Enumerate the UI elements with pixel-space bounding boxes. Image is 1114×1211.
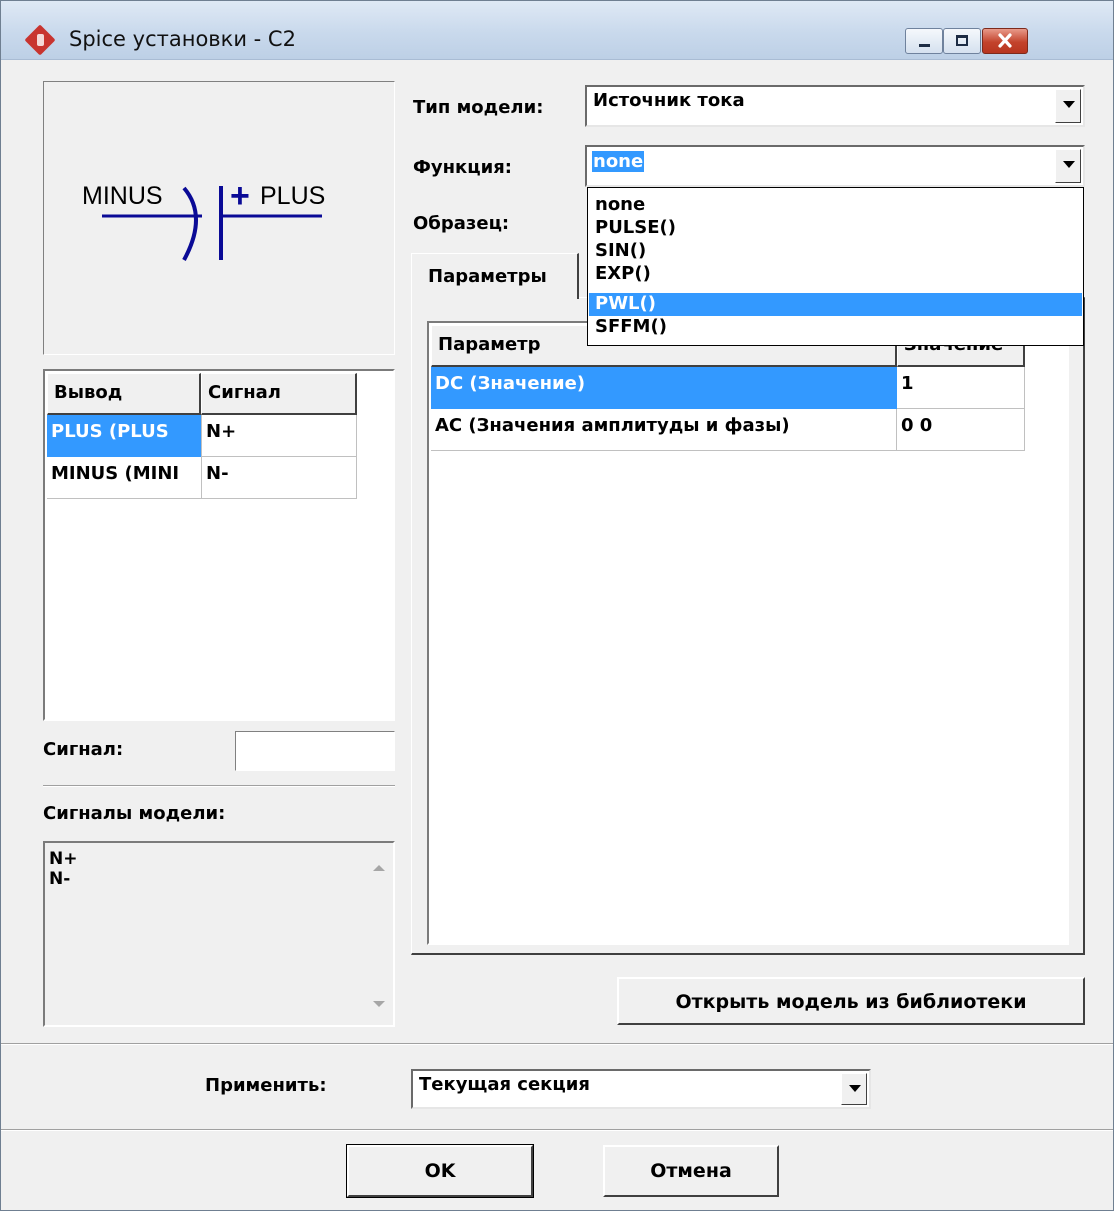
signal-label: Сигнал: bbox=[43, 739, 124, 760]
function-label: Функция: bbox=[413, 157, 512, 178]
chevron-down-icon[interactable] bbox=[1055, 89, 1081, 123]
pin-column-header[interactable]: Вывод bbox=[47, 373, 201, 415]
signal-cell[interactable]: N+ bbox=[201, 415, 357, 457]
dropdown-option-sffm[interactable]: SFFM() bbox=[589, 316, 1082, 339]
close-icon bbox=[998, 33, 1012, 48]
function-select[interactable]: none bbox=[585, 145, 1085, 187]
dropdown-option-none[interactable]: none bbox=[589, 194, 1082, 217]
left-divider bbox=[43, 785, 395, 787]
dropdown-option-pulse[interactable]: PULSE() bbox=[589, 217, 1082, 240]
symbol-preview: MINUS PLUS + bbox=[43, 81, 395, 355]
scroll-up-icon[interactable] bbox=[367, 855, 391, 879]
model-type-label: Тип модели: bbox=[413, 97, 544, 118]
table-row[interactable]: AC (Значения амплитуды и фазы) 0 0 bbox=[431, 409, 1025, 451]
pin-cell[interactable]: PLUS (PLUS bbox=[47, 415, 201, 457]
minimize-button[interactable] bbox=[905, 28, 943, 54]
symbol-curved-plate bbox=[182, 186, 198, 261]
sample-label: Образец: bbox=[413, 213, 510, 234]
apply-label: Применить: bbox=[205, 1075, 327, 1096]
apply-value: Текущая секция bbox=[419, 1074, 590, 1095]
model-type-value: Источник тока bbox=[593, 90, 745, 111]
title-bar[interactable]: Spice установки - C2 bbox=[1, 1, 1113, 60]
signal-column-header[interactable]: Сигнал bbox=[201, 373, 357, 415]
param-value-cell[interactable]: 1 bbox=[897, 367, 1025, 409]
param-name-cell[interactable]: AC (Значения амплитуды и фазы) bbox=[431, 409, 897, 451]
model-signals-label: Сигналы модели: bbox=[43, 803, 226, 824]
ok-button[interactable]: OK bbox=[346, 1144, 534, 1198]
dropdown-option-sin[interactable]: SIN() bbox=[589, 240, 1082, 263]
maximize-icon bbox=[956, 35, 968, 46]
signal-cell[interactable]: N- bbox=[201, 457, 357, 499]
minimize-icon bbox=[919, 44, 930, 47]
bottom-divider-1 bbox=[1, 1043, 1113, 1045]
table-row[interactable]: DC (Значение) 1 bbox=[431, 367, 1025, 409]
open-library-button[interactable]: Открыть модель из библиотеки bbox=[617, 977, 1085, 1025]
symbol-plus-sign: + bbox=[230, 177, 250, 215]
cancel-button[interactable]: Отмена bbox=[603, 1145, 779, 1197]
function-value: none bbox=[592, 151, 645, 172]
capacitor-symbol: MINUS PLUS + bbox=[82, 177, 325, 261]
model-signals-list: N+ N- bbox=[43, 841, 395, 1027]
cancel-label: Отмена bbox=[650, 1160, 732, 1182]
dropdown-option-exp[interactable]: EXP() bbox=[589, 263, 1082, 286]
chevron-down-icon[interactable] bbox=[841, 1073, 867, 1105]
pin-table: Вывод Сигнал PLUS (PLUS N+ MINUS (MINI N… bbox=[43, 369, 395, 721]
maximize-button[interactable] bbox=[943, 28, 981, 54]
ok-label: OK bbox=[424, 1160, 456, 1182]
close-button[interactable] bbox=[982, 28, 1028, 54]
list-item[interactable]: N- bbox=[49, 869, 70, 889]
signal-input[interactable] bbox=[235, 731, 395, 771]
vertical-scrollbar[interactable] bbox=[367, 845, 391, 1023]
apply-select[interactable]: Текущая секция bbox=[411, 1069, 871, 1109]
param-value-cell[interactable]: 0 0 bbox=[897, 409, 1025, 451]
pin-cell[interactable]: MINUS (MINI bbox=[47, 457, 201, 499]
chevron-down-icon[interactable] bbox=[1055, 149, 1081, 183]
param-name-cell[interactable]: DC (Значение) bbox=[431, 367, 897, 409]
scroll-down-icon[interactable] bbox=[367, 993, 391, 1017]
spice-settings-dialog: Spice установки - C2 MINUS PLUS + Вывод … bbox=[0, 0, 1114, 1211]
table-row[interactable]: PLUS (PLUS N+ bbox=[47, 415, 357, 457]
dropdown-option-pwl[interactable]: PWL() bbox=[589, 293, 1082, 316]
window-title: Spice установки - C2 bbox=[69, 27, 296, 51]
function-dropdown-list: none PULSE() SIN() EXP() PWL() SFFM() bbox=[587, 187, 1084, 346]
open-library-label: Открыть модель из библиотеки bbox=[675, 991, 1027, 1013]
tab-params[interactable]: Параметры bbox=[411, 253, 579, 299]
params-table: Параметр Значение DC (Значение) 1 AC (Зн… bbox=[427, 321, 1069, 945]
list-item[interactable]: N+ bbox=[49, 849, 77, 869]
app-logo-icon-mark bbox=[37, 34, 44, 46]
table-row[interactable]: MINUS (MINI N- bbox=[47, 457, 357, 499]
symbol-minus-label: MINUS bbox=[82, 182, 163, 210]
bottom-divider-2 bbox=[1, 1129, 1113, 1131]
symbol-plus-label: PLUS bbox=[260, 182, 325, 210]
tab-params-label: Параметры bbox=[428, 266, 547, 287]
model-type-select[interactable]: Источник тока bbox=[585, 85, 1085, 127]
